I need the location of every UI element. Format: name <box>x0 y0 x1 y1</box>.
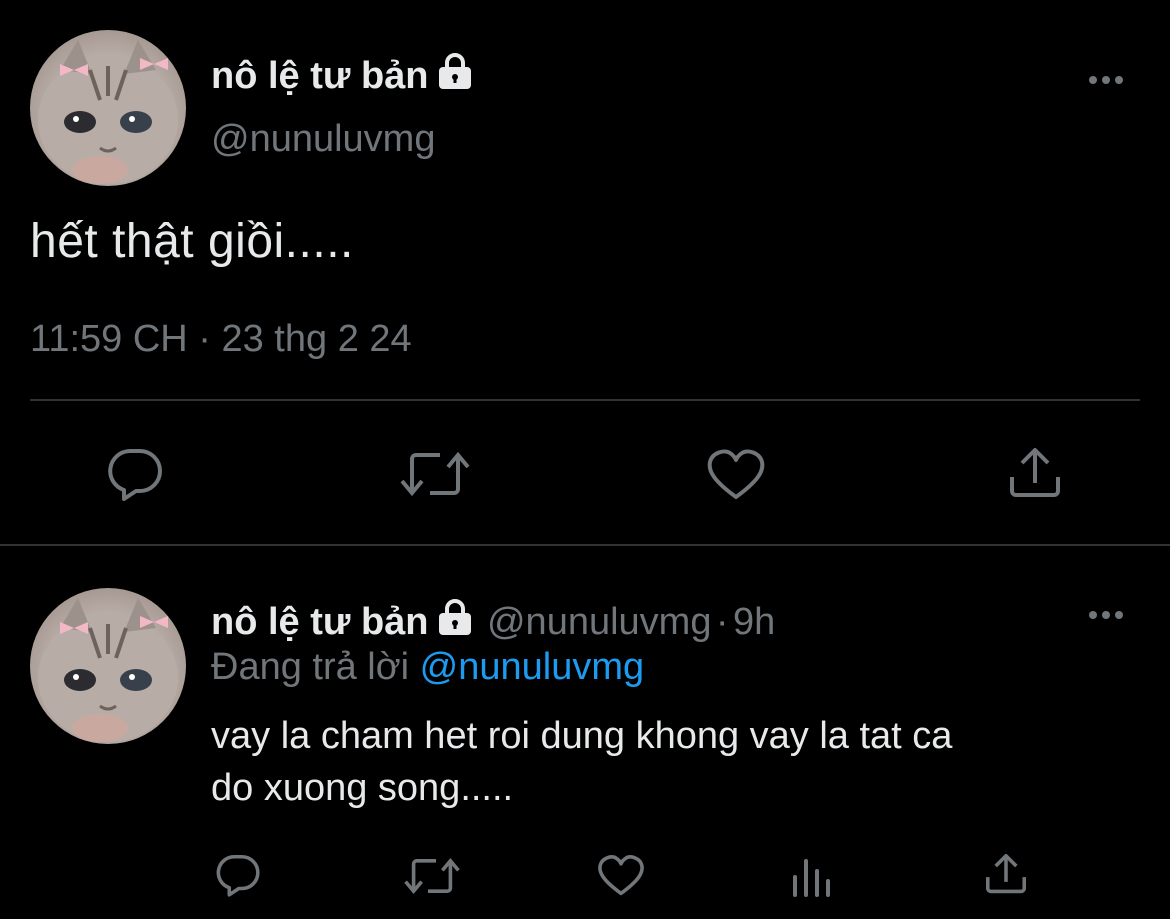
author-name-text[interactable]: nô lệ tư bản <box>211 55 429 97</box>
replying-to-prefix: Đang trả lời <box>211 646 410 688</box>
replying-to-handle[interactable]: @nunuluvmg <box>420 646 644 688</box>
retweet-icon[interactable] <box>400 447 470 501</box>
author-handle[interactable]: @nunuluvmg <box>487 601 711 643</box>
views-icon[interactable] <box>791 855 835 897</box>
tweet-timestamp[interactable]: 11:59 CH · 23 thg 2 24 <box>30 318 412 361</box>
avatar[interactable] <box>30 30 186 186</box>
reply-icon[interactable] <box>215 853 261 897</box>
more-icon[interactable] <box>1087 605 1127 625</box>
reply-text: vay la cham het roi dung khong vay la ta… <box>211 710 1141 814</box>
tweet-age[interactable]: 9h <box>733 601 775 643</box>
retweet-icon[interactable] <box>404 854 460 898</box>
more-icon[interactable] <box>1087 70 1127 90</box>
separator: · <box>715 601 729 643</box>
share-icon[interactable] <box>983 851 1029 897</box>
replying-to: Đang trả lời @nunuluvmg <box>211 646 644 689</box>
reply-text-line: vay la cham het roi dung khong vay la ta… <box>211 715 953 757</box>
lock-icon <box>435 598 475 641</box>
lock-icon <box>435 52 475 100</box>
share-icon[interactable] <box>1006 445 1064 501</box>
author-name[interactable]: nô lệ tư bản <box>211 52 475 100</box>
divider <box>30 399 1140 401</box>
divider <box>0 544 1170 546</box>
like-icon[interactable] <box>597 853 645 897</box>
reply-text-line: do xuong song..... <box>211 767 514 809</box>
author-handle[interactable]: @nunuluvmg <box>211 118 435 161</box>
like-icon[interactable] <box>706 447 766 501</box>
avatar[interactable] <box>30 588 186 744</box>
reply-icon[interactable] <box>106 447 164 501</box>
reply-header: nô lệ tư bản @nunuluvmg · 9h <box>211 598 775 644</box>
tweet-text: hết thật giồi..... <box>30 215 354 268</box>
author-name[interactable]: nô lệ tư bản <box>211 601 429 643</box>
